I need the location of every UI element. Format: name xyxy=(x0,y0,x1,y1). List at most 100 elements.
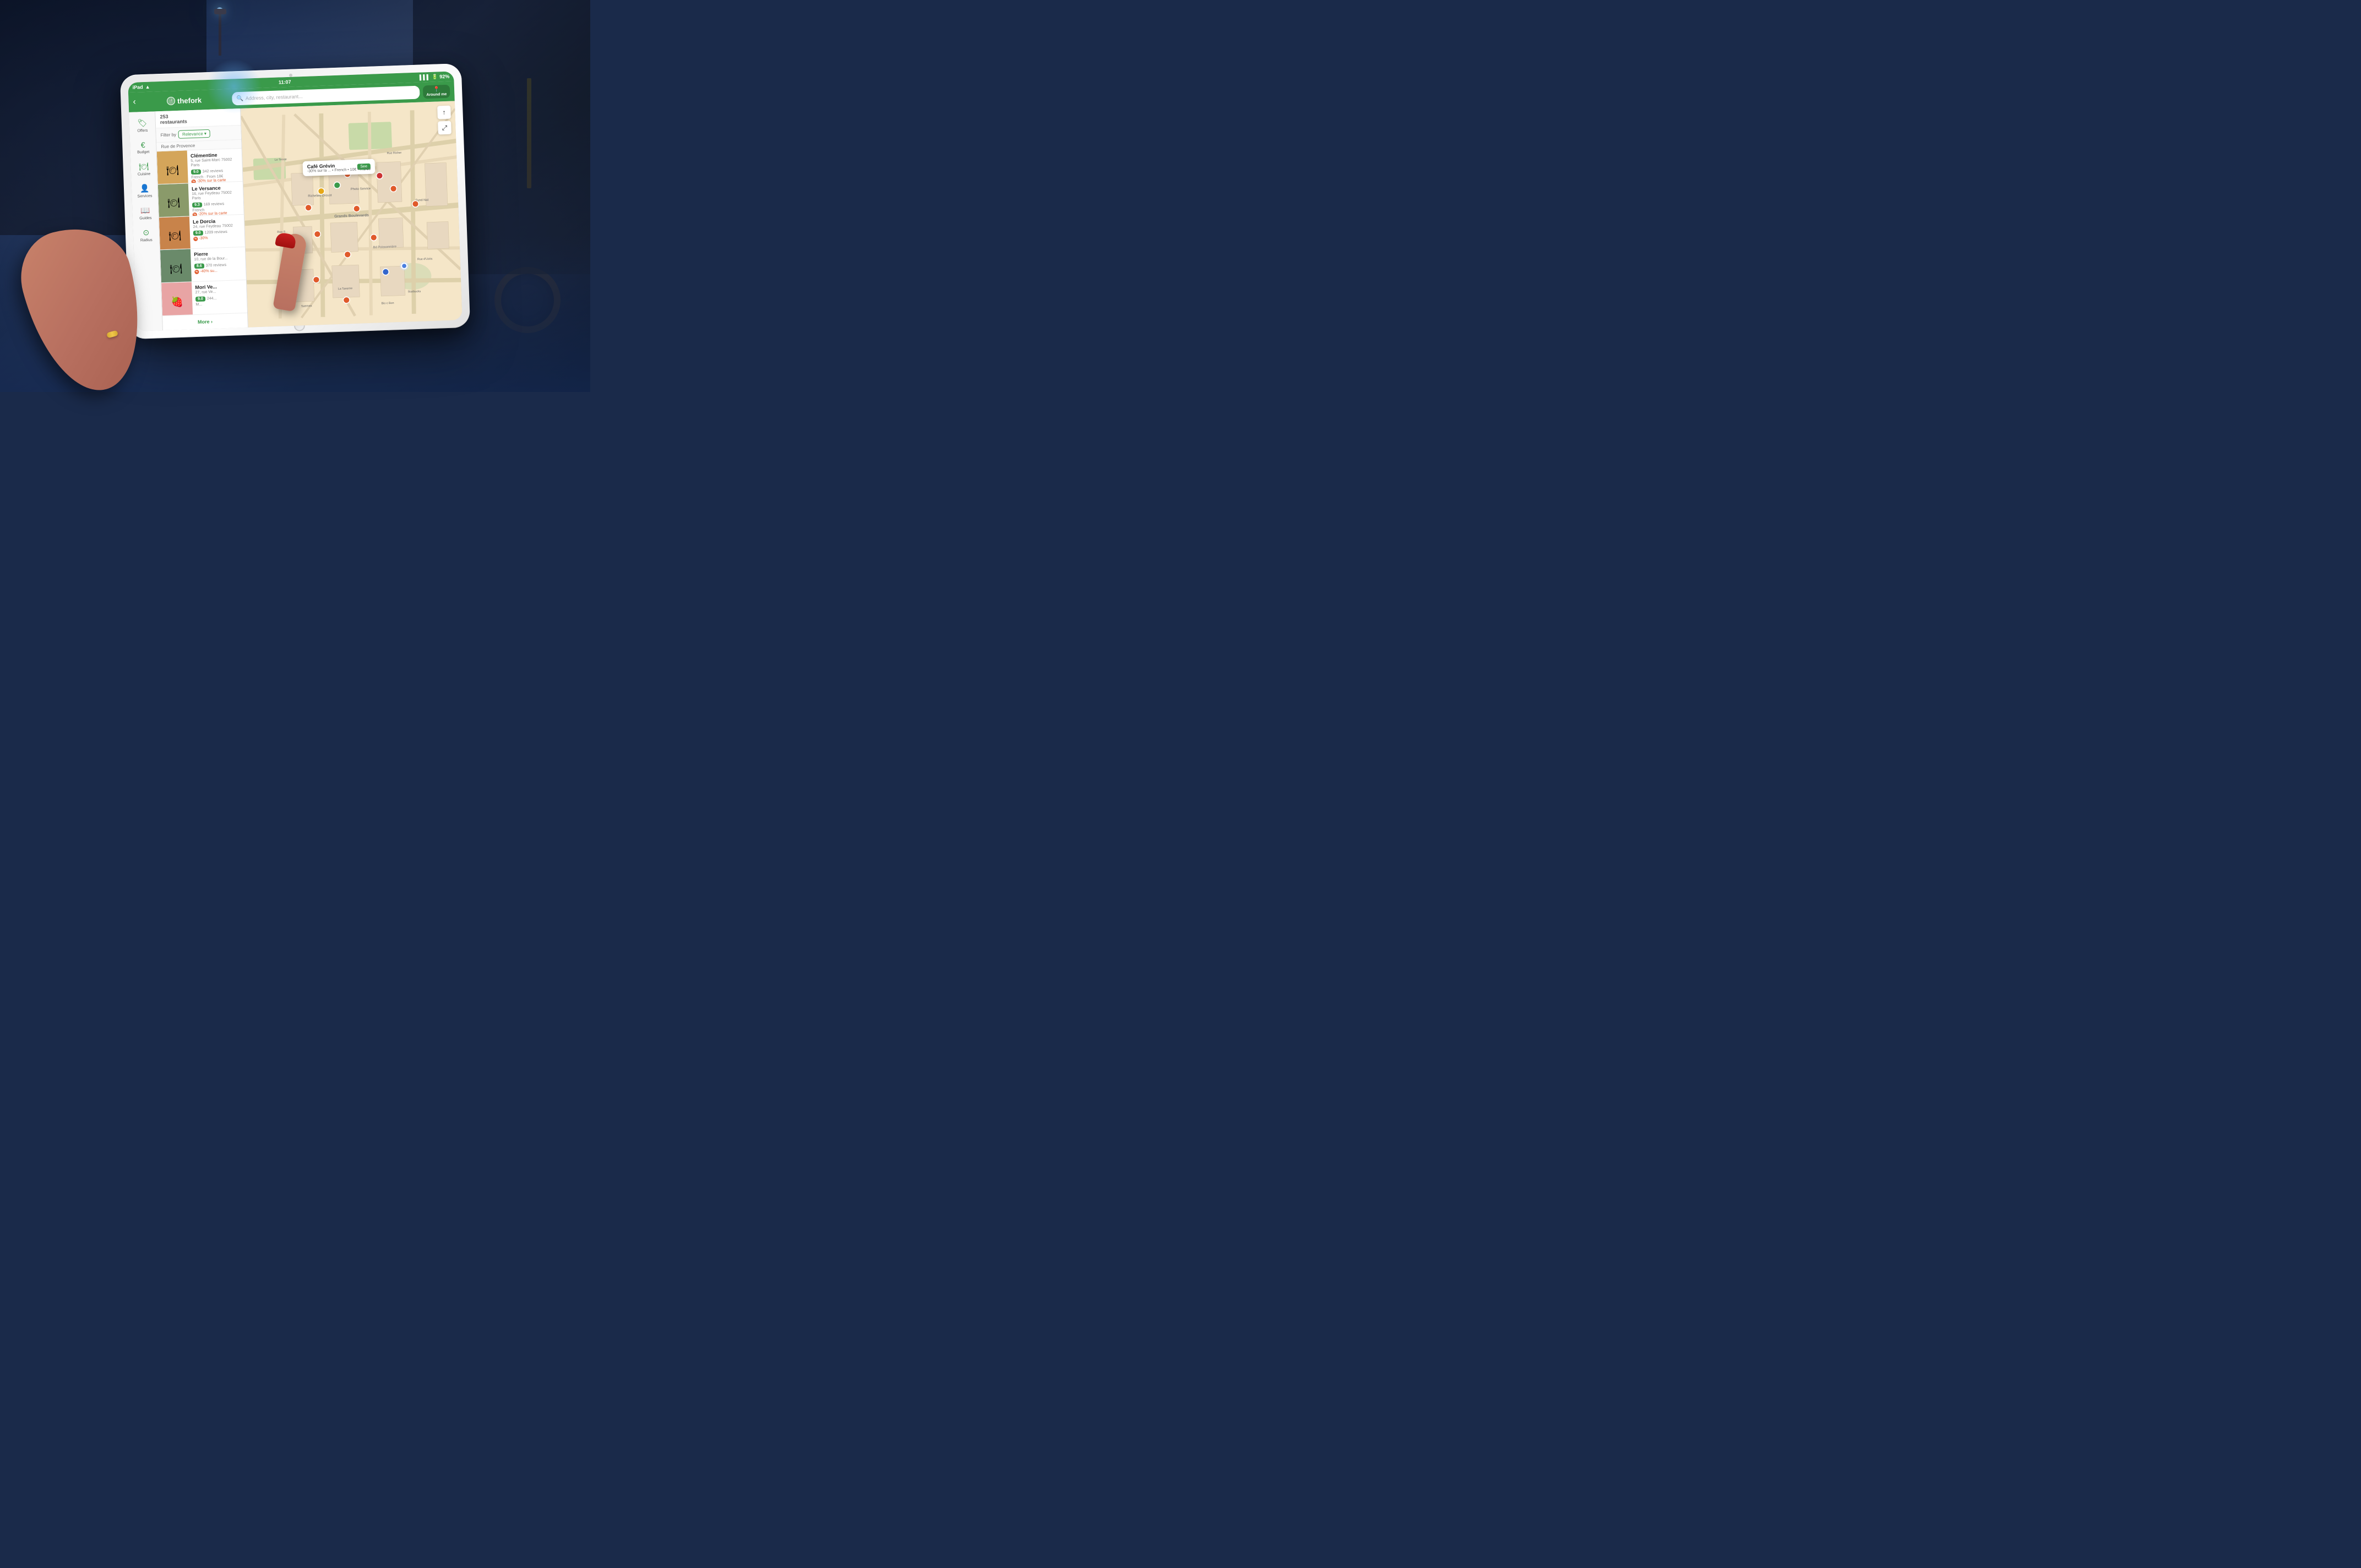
restaurant-card-5[interactable]: 🍓 Mori Ve... 27, rue Ve... 9.0 244... M.… xyxy=(161,280,247,316)
card-discount-3: % -30% xyxy=(193,235,241,241)
svg-text:Photo Service: Photo Service xyxy=(351,187,371,191)
light-bulb xyxy=(216,7,223,14)
discount-icon-3: % xyxy=(193,237,198,241)
restaurant-card-4[interactable]: 🍽 Pierre 10, rue de la Bour... 8.6 370 r… xyxy=(160,247,246,283)
discount-icon-4: % xyxy=(194,270,199,274)
card-address-2: 16, rue Feydeau 75002 Paris xyxy=(192,190,240,202)
card-address-5: 27, rue Ve... xyxy=(195,289,243,295)
map-streets-svg: Grands Boulevards Bd Poissonnière Richel… xyxy=(241,101,463,327)
ipad-screen: iPad ▲ 11:07 ▌▌▌ 🔋 92% ‹ 🍴 xyxy=(128,71,462,331)
map-area[interactable]: Grands Boulevards Bd Poissonnière Richel… xyxy=(241,101,463,327)
sidebar-item-cuisine[interactable]: 🍽 Cuisine xyxy=(130,158,157,180)
guides-icon: 📖 xyxy=(140,206,150,216)
restaurant-card-1[interactable]: 🍽 Clémentine 5, rue Saint-Marc 75002 Par… xyxy=(157,149,243,184)
review-count-5: 244... xyxy=(207,296,217,301)
status-right: ▌▌▌ 🔋 92% xyxy=(420,73,450,80)
card-rating-row-5: 9.0 244... xyxy=(195,295,243,302)
svg-text:Rue Richer: Rue Richer xyxy=(387,151,402,155)
services-icon: 👤 xyxy=(140,184,150,194)
card-image-1: 🍽 xyxy=(157,150,188,184)
restaurant-card-3[interactable]: 🍽 Le Dorcia 24, rue Feydeau 75002 9.0 12… xyxy=(159,214,245,250)
compass-icon: ↑ xyxy=(442,108,445,116)
svg-text:Rue-S...: Rue-S... xyxy=(277,230,288,234)
radius-icon: ⊙ xyxy=(143,228,149,237)
restaurant-count: 253 restaurants xyxy=(160,113,187,125)
map-popup[interactable]: Café Grévin -30% sur la ... • French • 1… xyxy=(302,159,375,176)
card-discount-4: % -40% su... xyxy=(194,268,242,274)
card-info-5: Mori Ve... 27, rue Ve... 9.0 244... M... xyxy=(192,280,247,314)
card-rating-row-1: 9.0 342 reviews xyxy=(191,168,239,175)
battery-icon: 🔋 xyxy=(432,74,438,80)
review-count-1: 342 reviews xyxy=(203,169,224,173)
map-controls: ↑ ⤢ xyxy=(437,106,451,135)
card-cuisine-5: M... xyxy=(195,301,243,307)
restaurant-panel: 253 restaurants Filter by Relevance ▾ xyxy=(155,108,248,330)
offers-icon: 🏷 xyxy=(137,118,147,128)
discount-icon-2: % xyxy=(193,212,197,216)
svg-text:Saemes: Saemes xyxy=(301,304,312,308)
card-info-1: Clémentine 5, rue Saint-Marc 75002 Paris… xyxy=(187,149,243,183)
review-count-2: 169 reviews xyxy=(204,202,225,206)
svg-text:Bio c Bon: Bio c Bon xyxy=(382,302,394,306)
discount-icon-1: % xyxy=(192,179,196,183)
restaurant-card-2[interactable]: 🍽 Le Versance 16, rue Feydeau 75002 Pari… xyxy=(158,182,244,217)
compass-button[interactable]: ↑ xyxy=(437,106,451,119)
fullscreen-button[interactable]: ⤢ xyxy=(438,121,451,135)
carrier-label: iPad xyxy=(132,84,143,90)
budget-icon: € xyxy=(141,140,145,149)
fullscreen-icon: ⤢ xyxy=(442,123,447,132)
chevron-down-icon: ▾ xyxy=(204,131,206,136)
card-address-3: 24, rue Feydeau 75002 xyxy=(193,224,241,230)
radius-label: Radius xyxy=(140,238,153,243)
around-me-button[interactable]: 📍 Around me xyxy=(423,85,450,99)
card-image-3: 🍽 xyxy=(159,216,191,251)
filter-dropdown[interactable]: Relevance ▾ xyxy=(178,129,210,139)
filter-by-label: Filter by xyxy=(161,132,177,138)
cuisine-icon: 🍽 xyxy=(139,162,149,172)
wifi-icon: ▲ xyxy=(145,84,150,90)
ipad-body: iPad ▲ 11:07 ▌▌▌ 🔋 92% ‹ 🍴 xyxy=(120,63,470,339)
services-label: Services xyxy=(137,194,152,199)
rating-badge-3: 9.0 xyxy=(193,230,203,236)
review-count-4: 370 reviews xyxy=(206,263,227,268)
card-image-5: 🍓 xyxy=(161,282,193,316)
rating-badge-5: 9.0 xyxy=(195,296,205,302)
back-button[interactable]: ‹ xyxy=(133,97,136,107)
rating-badge-4: 8.6 xyxy=(194,263,204,269)
rating-badge-2: 9.3 xyxy=(192,202,202,208)
card-address-4: 10, rue de la Bour... xyxy=(194,256,242,262)
light-glow xyxy=(206,59,262,114)
battery-pct: 92% xyxy=(439,74,449,80)
sidebar-item-guides[interactable]: 📖 Guides xyxy=(132,202,159,224)
location-icon: 📍 xyxy=(433,86,440,92)
svg-text:Rue d'Uzès: Rue d'Uzès xyxy=(417,257,433,261)
card-address-1: 5, rue Saint-Marc 75002 Paris xyxy=(191,157,239,168)
sidebar-item-services[interactable]: 👤 Services xyxy=(132,180,158,202)
card-rating-row-2: 9.3 169 reviews xyxy=(192,201,240,208)
signal-icon: ▌▌▌ xyxy=(420,74,430,80)
fork-icon: 🍴 xyxy=(166,96,176,106)
filter-value: Relevance xyxy=(182,131,203,137)
card-info-3: Le Dorcia 24, rue Feydeau 75002 9.0 1209… xyxy=(189,214,245,248)
status-left: iPad ▲ xyxy=(132,84,150,90)
guides-label: Guides xyxy=(139,216,151,221)
offers-label: Offers xyxy=(137,129,148,133)
budget-label: Budget xyxy=(137,150,149,155)
sidebar-item-offers[interactable]: 🏷 Offers xyxy=(129,115,155,137)
status-time: 11:07 xyxy=(279,79,291,85)
card-info-4: Pierre 10, rue de la Bour... 8.6 370 rev… xyxy=(191,247,246,281)
cuisine-label: Cuisine xyxy=(138,172,151,177)
card-image-2: 🍽 xyxy=(158,183,189,217)
logo-text: thefork xyxy=(177,96,202,105)
sidebar-item-budget[interactable]: € Budget xyxy=(130,137,156,158)
svg-text:Starbucks: Starbucks xyxy=(408,290,421,294)
card-info-2: Le Versance 16, rue Feydeau 75002 Paris … xyxy=(188,182,244,216)
app-content: 🏷 Offers € Budget 🍽 Cuisine 👤 Services xyxy=(129,101,463,331)
card-image-4: 🍽 xyxy=(160,249,192,284)
card-rating-row-4: 8.6 370 reviews xyxy=(194,262,242,269)
rating-badge-1: 9.0 xyxy=(191,169,201,175)
sidebar-item-radius[interactable]: ⊙ Radius xyxy=(133,224,159,246)
card-rating-row-3: 9.0 1209 reviews xyxy=(193,229,241,236)
review-count-3: 1209 reviews xyxy=(205,230,227,235)
more-button[interactable]: More › xyxy=(162,313,248,330)
